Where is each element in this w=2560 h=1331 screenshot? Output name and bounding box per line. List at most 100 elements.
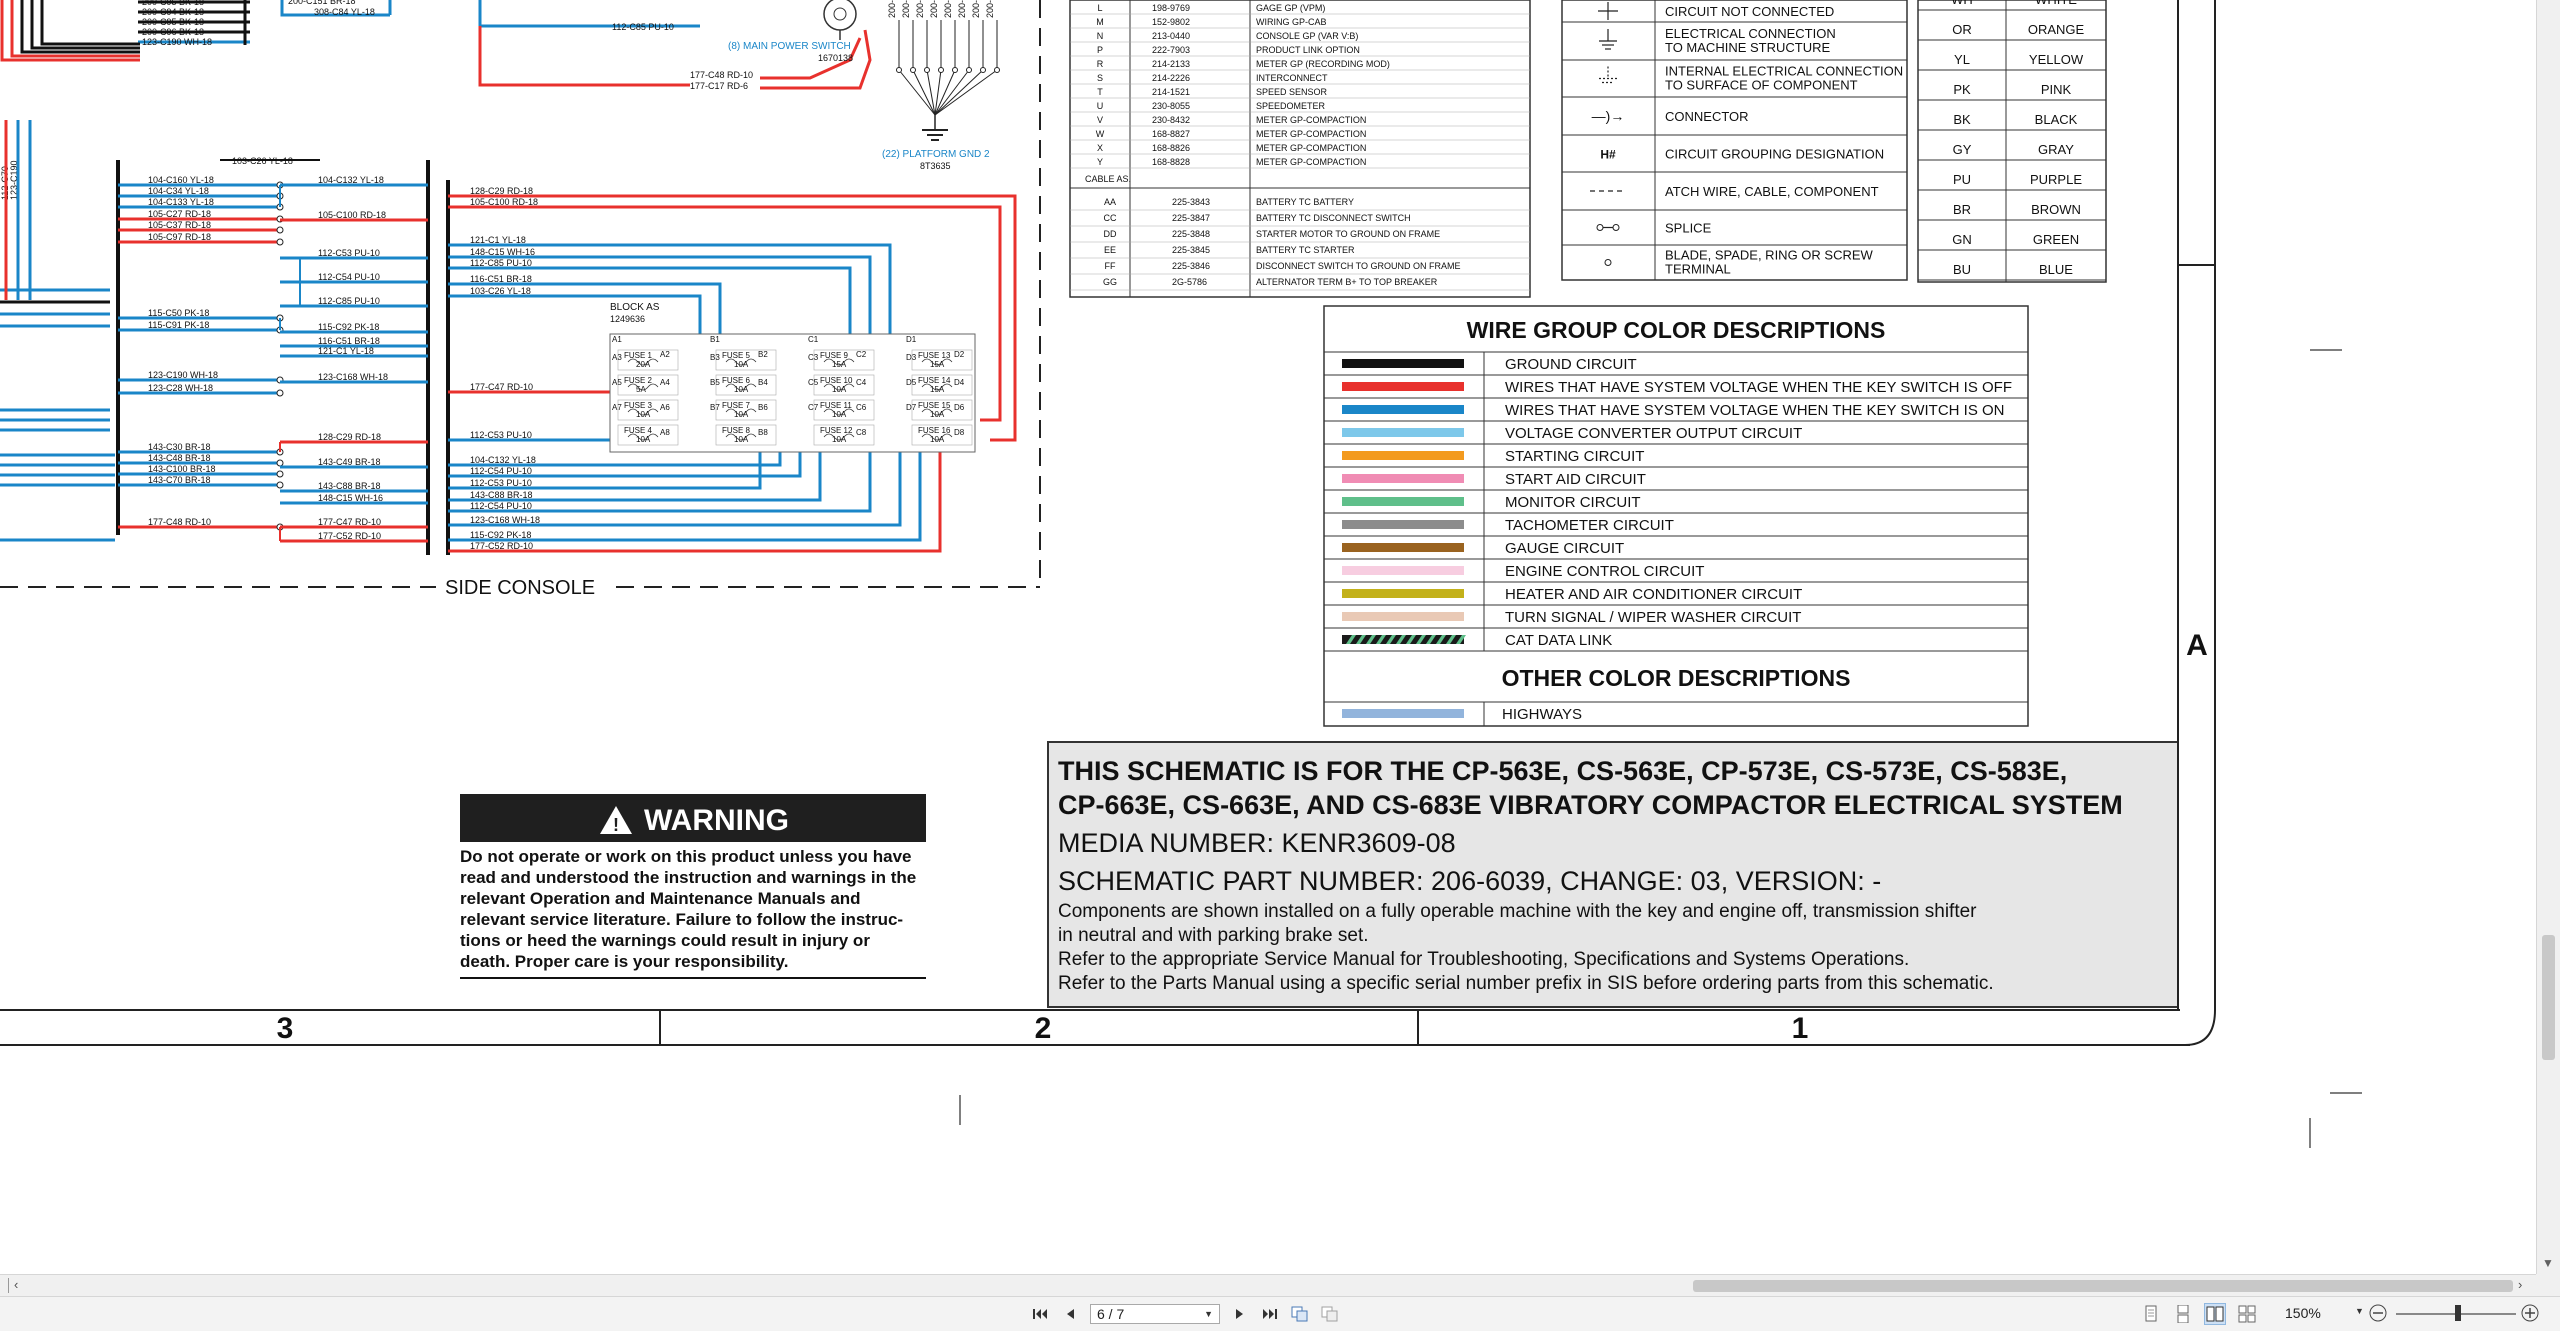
harness-desc: GAGE GP (VPM): [1256, 3, 1325, 13]
wire-label: 123-C190 WH-18: [148, 370, 218, 380]
wire-group-desc: TURN SIGNAL / WIPER WASHER CIRCUIT: [1505, 609, 1801, 626]
wire-color-swatch: [1342, 382, 1464, 391]
vertical-scroll-thumb[interactable]: [2542, 935, 2555, 1060]
color-name: PINK: [2041, 82, 2072, 97]
zoom-dropdown-icon[interactable]: ▼: [2355, 1306, 2364, 1316]
first-page-button[interactable]: [1030, 1303, 1050, 1325]
color-abbreviation: BU: [1953, 262, 1971, 277]
color-name: YELLOW: [2029, 52, 2084, 67]
schematic-page: 200-C95 BK-18 200-C94 BK-18 200-C95 BK-18 2…: [0, 0, 2536, 1274]
split-handle[interactable]: [0, 1278, 9, 1293]
single-page-button[interactable]: [2140, 1303, 2162, 1325]
cable-header: CABLE AS.: [1085, 174, 1131, 184]
wire-color-swatch: [1342, 497, 1464, 506]
scroll-right-arrow-icon[interactable]: ›: [2518, 1277, 2522, 1292]
next-view-button[interactable]: [1320, 1303, 1340, 1325]
color-abbreviation: YL: [1954, 52, 1970, 67]
color-abbreviation: WH: [1951, 0, 1973, 7]
fuse-label: FUSE 1: [624, 351, 653, 360]
scroll-down-arrow-icon[interactable]: ▼: [2542, 1256, 2554, 1270]
color-name: BROWN: [2031, 202, 2081, 217]
continuous-page-button[interactable]: [2172, 1303, 2194, 1325]
color-abbreviation: BR: [1953, 202, 1971, 217]
color-name: PURPLE: [2030, 172, 2082, 187]
symbol-desc-line1: ELECTRICAL CONNECTION: [1665, 26, 1836, 41]
previous-page-button[interactable]: [1060, 1303, 1080, 1325]
horizontal-scrollbar[interactable]: ‹ ›: [0, 1274, 2536, 1297]
vertical-scrollbar[interactable]: ▼: [2536, 0, 2560, 1274]
highways-swatch: [1342, 709, 1464, 718]
harness-desc: SPEED SENSOR: [1256, 87, 1328, 97]
cable-code: EE: [1104, 245, 1116, 255]
harness-desc: METER GP-COMPACTION: [1256, 157, 1366, 167]
wire-label: 115-C92 PK-18: [318, 322, 379, 332]
cable-part: 2G-5786: [1172, 277, 1207, 287]
facing-pages-button[interactable]: [2204, 1303, 2226, 1325]
last-page-button[interactable]: [1260, 1303, 1280, 1325]
symbol-desc-line2: TO MACHINE STRUCTURE: [1665, 40, 1830, 55]
harness-part: 168-8828: [1152, 157, 1190, 167]
wire-label: 105-C100 RD-18: [318, 210, 386, 220]
splice-point-icon: [924, 67, 930, 73]
splice-point-icon: [910, 67, 916, 73]
schematic-heading: THIS SCHEMATIC IS FOR THE CP-563E, CS-56…: [1058, 756, 2067, 786]
wire-label: 177-C47 RD-10: [318, 517, 381, 527]
fuse-pin-label: D2: [954, 350, 965, 359]
page-number-field[interactable]: 6 / 7 ▼: [1090, 1304, 1220, 1324]
symbol-desc-line1: INTERNAL ELECTRICAL CONNECTION: [1665, 64, 1903, 79]
main-power-switch-label: (8) MAIN POWER SWITCH: [728, 41, 851, 52]
wire-label: 128-C29 RD-18: [318, 432, 381, 442]
wire-label: 104-C132 YL-18: [318, 175, 384, 185]
cable-code: AA: [1104, 197, 1116, 207]
wire-label: 308-C84 YL-18: [314, 7, 375, 17]
wire-label: 143-C100 BR-18: [148, 464, 216, 474]
schematic-drawing: 200-C95 BK-18200-C94 BK-18200-C95 BK-182…: [0, 0, 2362, 1148]
fuse-pin-label: C3: [808, 353, 819, 362]
harness-code: R: [1097, 59, 1104, 69]
harness-part: 213-0440: [1152, 31, 1190, 41]
schematic-note: in neutral and with parking brake set.: [1058, 925, 1369, 946]
platform-wire-label: 200-C14: [887, 0, 897, 18]
zoom-level[interactable]: 150%: [2285, 1305, 2345, 1321]
fuse-pin-label: D3: [906, 353, 917, 362]
main-power-switch-icon: [823, 0, 857, 31]
harness-part: 222-7903: [1152, 45, 1190, 55]
cable-desc: BATTERY TC BATTERY: [1256, 197, 1354, 207]
wire-label: 143-C49 BR-18: [318, 457, 381, 467]
zoom-in-button[interactable]: [2520, 1303, 2540, 1323]
harness-code: L: [1097, 3, 1102, 13]
fuse-label: FUSE 16: [918, 426, 951, 435]
wire-color-swatch: [1342, 543, 1464, 552]
wire-label: 143-C88 BR-18: [318, 481, 381, 491]
fuse-pin-label: C8: [856, 428, 867, 437]
next-view-icon: [1321, 1306, 1338, 1322]
symbol-desc: CIRCUIT GROUPING DESIGNATION: [1665, 147, 1884, 162]
zone-number: 1: [1792, 1012, 1809, 1045]
horizontal-scroll-thumb[interactable]: [1693, 1280, 2513, 1292]
scroll-left-arrow-icon[interactable]: ‹: [14, 1277, 18, 1292]
warning-title: WARNING: [644, 804, 789, 837]
previous-view-button[interactable]: [1290, 1303, 1310, 1325]
fuse-pin-label: B2: [758, 350, 768, 359]
zoom-out-button[interactable]: [2368, 1303, 2388, 1323]
harness-desc: INTERCONNECT: [1256, 73, 1328, 83]
document-viewport[interactable]: 200-C95 BK-18 200-C94 BK-18 200-C95 BK-18 2…: [0, 0, 2536, 1274]
cable-code: GG: [1103, 277, 1117, 287]
continuous-facing-button[interactable]: [2236, 1303, 2258, 1325]
color-name: BLACK: [2035, 112, 2078, 127]
harness-code: M: [1096, 17, 1104, 27]
wire-color-swatch: [1342, 405, 1464, 414]
fuse-label: FUSE 13: [918, 351, 951, 360]
fuse-pin-label: B4: [758, 378, 768, 387]
chevron-down-icon[interactable]: ▼: [1204, 1309, 1213, 1319]
platform-wire: [898, 69, 936, 116]
fuse-pin-label: B1: [710, 335, 720, 344]
fuse-pin-label: A2: [660, 350, 670, 359]
fuse-pin-label: A8: [660, 428, 670, 437]
next-page-button[interactable]: [1230, 1303, 1250, 1325]
zoom-slider-handle[interactable]: [2455, 1305, 2461, 1321]
harness-part: 214-2133: [1152, 59, 1190, 69]
harness-code: U: [1097, 101, 1104, 111]
cable-code: CC: [1104, 213, 1117, 223]
schematic-note: Components are shown installed on a full…: [1058, 901, 1977, 922]
